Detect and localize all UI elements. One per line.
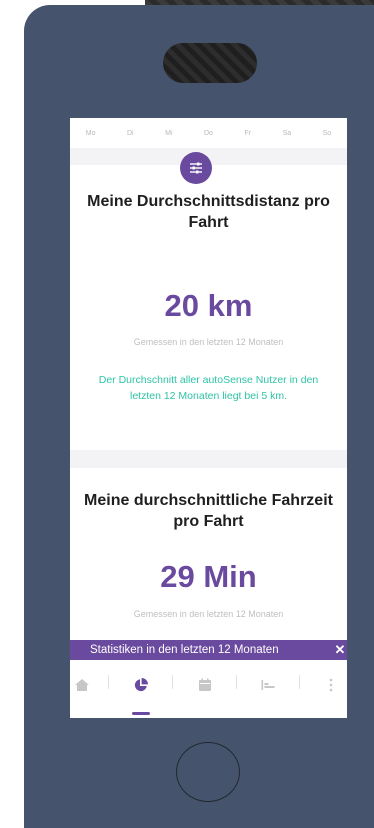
timeline-icon bbox=[261, 680, 275, 690]
sliders-icon bbox=[190, 162, 202, 174]
calendar-icon bbox=[199, 678, 211, 691]
home-icon bbox=[75, 679, 89, 691]
more-vertical-icon bbox=[329, 678, 333, 692]
section-divider bbox=[70, 450, 347, 468]
weekday-row: Mo Di Mi Do Fr Sa So bbox=[70, 118, 347, 148]
tab-divider bbox=[236, 675, 237, 689]
app-screen: Mo Di Mi Do Fr Sa So Meine Durchschnitts… bbox=[70, 118, 347, 718]
bottom-tab-bar bbox=[70, 660, 347, 716]
active-tab-indicator bbox=[132, 712, 150, 715]
tab-calendar[interactable] bbox=[179, 660, 231, 710]
avg-distance-title: Meine Durchschnittsdistanz pro Fahrt bbox=[87, 193, 330, 231]
avg-distance-value: 20 km bbox=[164, 288, 253, 323]
avg-duration-value: 29 Min bbox=[160, 559, 257, 594]
weekday-label: Fr bbox=[244, 129, 252, 137]
pie-chart-icon bbox=[134, 678, 148, 692]
tab-more[interactable] bbox=[305, 660, 347, 710]
tab-divider bbox=[108, 675, 109, 689]
tab-divider bbox=[299, 675, 300, 689]
phone-speaker bbox=[163, 43, 257, 83]
weekday-label: So bbox=[322, 129, 332, 137]
phone-home-button bbox=[176, 742, 240, 802]
filter-button[interactable] bbox=[180, 152, 212, 184]
community-average-note: Der Durchschnitt aller autoSense Nutzer … bbox=[98, 374, 319, 402]
tab-divider bbox=[172, 675, 173, 689]
close-icon[interactable]: ✕ bbox=[333, 640, 347, 660]
avg-duration-title: Meine durchschnittliche Fahrzeit pro Fah… bbox=[84, 492, 333, 530]
period-banner: Statistiken in den letzten 12 Monaten ✕ bbox=[70, 640, 347, 660]
weekday-label: Di bbox=[126, 129, 134, 137]
weekday-label: Mo bbox=[85, 129, 96, 137]
period-banner-text: Statistiken in den letzten 12 Monaten bbox=[90, 644, 279, 656]
tab-home[interactable] bbox=[70, 660, 108, 710]
weekday-label: Mi bbox=[165, 129, 173, 137]
weekday-label: Sa bbox=[282, 129, 292, 137]
tab-statistics[interactable] bbox=[115, 660, 167, 710]
avg-distance-caption: Gemessen in den letzten 12 Monaten bbox=[133, 337, 284, 347]
tab-timeline[interactable] bbox=[242, 660, 294, 710]
avg-duration-caption: Gemessen in den letzten 12 Monaten bbox=[133, 609, 284, 619]
weekday-label: Do bbox=[204, 129, 213, 137]
